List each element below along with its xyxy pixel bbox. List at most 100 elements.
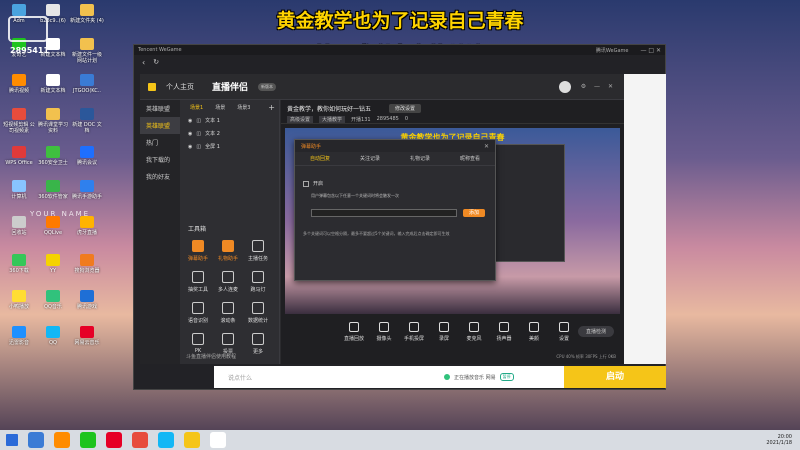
version-badge[interactable]: 新版本	[258, 82, 277, 91]
back-icon[interactable]: ‹	[142, 58, 145, 67]
edit-settings-button[interactable]: 修改设置	[389, 104, 422, 113]
scene-item[interactable]: ◉ ◫ 文本 1	[180, 114, 279, 127]
phone-cast-button[interactable]: 手机投屏	[401, 322, 427, 342]
refresh-icon[interactable]: ↻	[153, 58, 159, 66]
desktop-icon[interactable]: QQLive	[36, 216, 70, 236]
add-scene-icon[interactable]: +	[268, 103, 275, 112]
tool-danmu[interactable]: 弹幕助手	[184, 240, 212, 262]
sidebar-item[interactable]: 热门	[140, 134, 180, 151]
eye-icon[interactable]: ◉	[188, 118, 192, 124]
scene-item[interactable]: ◉ ◫ 全屏 1	[180, 140, 279, 153]
desktop-icon[interactable]: 迅雷影音	[2, 326, 36, 346]
footer-note[interactable]: 斗鱼直播伴侣使用教程	[186, 353, 236, 360]
desktop-icon[interactable]: 360软件管家	[36, 180, 70, 200]
taskbar-app-icon[interactable]	[210, 432, 226, 448]
desktop-icon[interactable]: 网易云音乐	[70, 326, 104, 346]
taskbar-app-icon[interactable]	[158, 432, 174, 448]
tab-auto-reply[interactable]: 自动回复	[304, 155, 336, 162]
desktop-icon[interactable]: 小鸭播放	[2, 290, 36, 310]
taskbar-app-icon[interactable]	[132, 432, 148, 448]
start-button[interactable]: 启动	[564, 366, 666, 388]
record-button[interactable]: 录屏	[431, 322, 457, 342]
taskbar-app-icon[interactable]	[106, 432, 122, 448]
lock-icon[interactable]: ◫	[196, 131, 201, 137]
speaker-button[interactable]: 扬声器	[491, 322, 517, 342]
tab-scene-1[interactable]: 场景1	[184, 104, 209, 111]
eye-icon[interactable]: ◉	[188, 131, 192, 137]
taskbar-app-icon[interactable]	[184, 432, 200, 448]
beauty-button[interactable]: 美颜	[521, 322, 547, 342]
desktop-icon[interactable]: 搜狗浏览器	[70, 254, 104, 274]
tool-lottery[interactable]: 抽奖工具	[184, 271, 212, 293]
tab-follow[interactable]: 关注记录	[354, 155, 386, 162]
sidebar-item-active[interactable]: 英雄联盟	[140, 117, 180, 134]
desktop-icon[interactable]: 腾讯会议	[70, 146, 104, 166]
desktop-icon[interactable]: YY	[36, 254, 70, 274]
desktop-icon[interactable]: 360下载	[2, 254, 36, 274]
camera-button[interactable]: 摄像头	[371, 322, 397, 342]
desktop-icon[interactable]: 360安全卫士	[36, 146, 70, 166]
document-icon	[46, 74, 60, 86]
add-keyword-button[interactable]: 添加	[463, 209, 485, 217]
tool-gift[interactable]: 礼物助手	[214, 240, 242, 262]
app-icon	[12, 74, 26, 86]
window-controls[interactable]: — □ ✕	[640, 47, 661, 54]
desktop-icon[interactable]: 腾讯视频	[2, 74, 36, 94]
desktop-icon[interactable]: 腾讯游戏	[70, 290, 104, 310]
tool-task[interactable]: 主播任务	[244, 240, 272, 262]
desktop-icon[interactable]: 回收站	[2, 216, 36, 236]
keyword-input[interactable]	[311, 209, 457, 217]
tool-stats[interactable]: 数据统计	[244, 302, 272, 324]
taskbar-app-icon[interactable]	[80, 432, 96, 448]
desktop-icon[interactable]: 腾讯课堂学习 资料	[36, 108, 70, 134]
desktop-icon[interactable]: WPS Office	[2, 146, 36, 166]
tool-marquee[interactable]: 跑马灯	[244, 271, 272, 293]
clock[interactable]: 20:00 2021/1/18	[766, 434, 792, 446]
enable-checkbox[interactable]	[303, 180, 309, 187]
settings-button[interactable]: 设置	[551, 322, 577, 342]
tool-vote[interactable]: 投票	[214, 333, 242, 355]
desktop-icon[interactable]: 新建文本档	[36, 74, 70, 94]
app-icon	[80, 254, 94, 266]
chat-input[interactable]: 说点什么	[228, 373, 348, 382]
desktop-icon[interactable]: QQ	[36, 326, 70, 346]
tab-nickname[interactable]: 昵称查看	[454, 155, 486, 162]
live-check-button[interactable]: 直播检测	[577, 326, 614, 337]
sub-tag[interactable]: 大播教学	[319, 116, 346, 123]
mic-button[interactable]: 麦克风	[461, 322, 487, 342]
replay-button[interactable]: 直播回放	[341, 322, 367, 342]
desktop-icon[interactable]: 新建 DOC 文档	[70, 108, 104, 134]
tool-scroll[interactable]: 滚动条	[214, 302, 242, 324]
start-icon[interactable]	[6, 434, 18, 446]
music-icon	[444, 374, 450, 380]
tab-scene-3[interactable]: 场景3	[231, 104, 256, 111]
lock-icon[interactable]: ◫	[196, 144, 201, 150]
danmu-dialog: 弹幕助手 ✕ 自动回复 关注记录 礼物记录 昵称查看 开启 用户弹幕包含以下任意…	[294, 139, 496, 281]
tool-mic[interactable]: 多人连麦	[214, 271, 242, 293]
desktop-icon[interactable]: 虎牙直播	[70, 216, 104, 236]
desktop-icon[interactable]: 计算机	[2, 180, 36, 200]
tool-voice[interactable]: 语音识别	[184, 302, 212, 324]
sidebar-item[interactable]: 英雄联盟	[140, 100, 180, 117]
lock-icon[interactable]: ◫	[196, 118, 201, 124]
app-icon	[46, 146, 60, 158]
avatar[interactable]	[558, 80, 571, 93]
tool-pk[interactable]: PK	[184, 333, 212, 355]
tab-gift[interactable]: 礼物记录	[404, 155, 436, 162]
taskbar-app-icon[interactable]	[28, 432, 44, 448]
desktop-icon[interactable]: 腾讯手游助手	[70, 180, 104, 200]
tool-more[interactable]: 更多	[244, 333, 272, 355]
sub-tag[interactable]: 高级设置	[287, 116, 314, 123]
tab-scene-2[interactable]: 场景	[209, 104, 231, 111]
sidebar-item[interactable]: 我的好友	[140, 168, 180, 185]
close-icon[interactable]: ✕	[484, 143, 489, 150]
taskbar-app-icon[interactable]	[54, 432, 70, 448]
sidebar-item[interactable]: 我下载的	[140, 151, 180, 168]
desktop-icon[interactable]: 短视频剪辑 公司视频素	[2, 108, 36, 134]
desktop-icon[interactable]: QQ音乐	[36, 290, 70, 310]
window-controls[interactable]: ⚙ — ✕	[581, 83, 616, 90]
desktop-icon[interactable]: JTGOO(KC..	[70, 74, 104, 94]
scene-item[interactable]: ◉ ◫ 文本 2	[180, 127, 279, 140]
eye-icon[interactable]: ◉	[188, 144, 192, 150]
music-tag[interactable]: 暂停	[499, 373, 514, 381]
